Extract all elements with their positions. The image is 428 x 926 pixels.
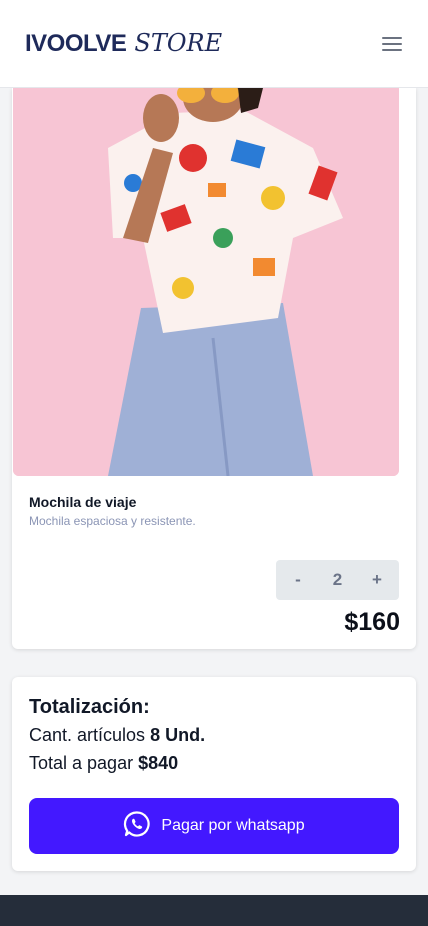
totals-card: Totalización: Cant. artículos 8 Und. Tot… bbox=[12, 677, 416, 871]
total-to-pay-value: $840 bbox=[138, 753, 179, 773]
total-to-pay-label: Total a pagar bbox=[29, 753, 134, 773]
brand-name: IVOOLVE bbox=[25, 30, 127, 57]
totals-title: Totalización: bbox=[29, 696, 150, 718]
total-to-pay-line: Total a pagar $840 bbox=[29, 753, 178, 774]
items-count-label: Cant. artículos bbox=[29, 725, 146, 745]
decrement-button[interactable]: - bbox=[292, 570, 304, 590]
brand-subtitle: STORE bbox=[134, 29, 223, 57]
hamburger-menu-icon[interactable] bbox=[382, 36, 402, 51]
increment-button[interactable]: + bbox=[371, 570, 383, 590]
pay-whatsapp-label: Pagar por whatsapp bbox=[161, 817, 305, 834]
brand-logo[interactable]: IVOOLVE STORE bbox=[25, 29, 222, 58]
whatsapp-icon bbox=[123, 810, 151, 843]
items-count-value: 8 Und. bbox=[150, 725, 206, 745]
product-name: Mochila de viaje bbox=[29, 494, 137, 510]
quantity-value: 2 bbox=[332, 570, 343, 589]
product-card: Mochila de viaje Mochila espaciosa y res… bbox=[12, 88, 416, 649]
quantity-stepper: - 2 + bbox=[276, 560, 399, 600]
footer bbox=[0, 895, 428, 926]
pay-whatsapp-button[interactable]: Pagar por whatsapp bbox=[29, 798, 399, 854]
top-navbar: IVOOLVE STORE bbox=[0, 0, 428, 88]
product-image bbox=[13, 88, 399, 476]
items-count-line: Cant. artículos 8 Und. bbox=[29, 725, 205, 746]
product-description: Mochila espaciosa y resistente. bbox=[29, 514, 196, 528]
product-price: $160 bbox=[344, 608, 400, 636]
